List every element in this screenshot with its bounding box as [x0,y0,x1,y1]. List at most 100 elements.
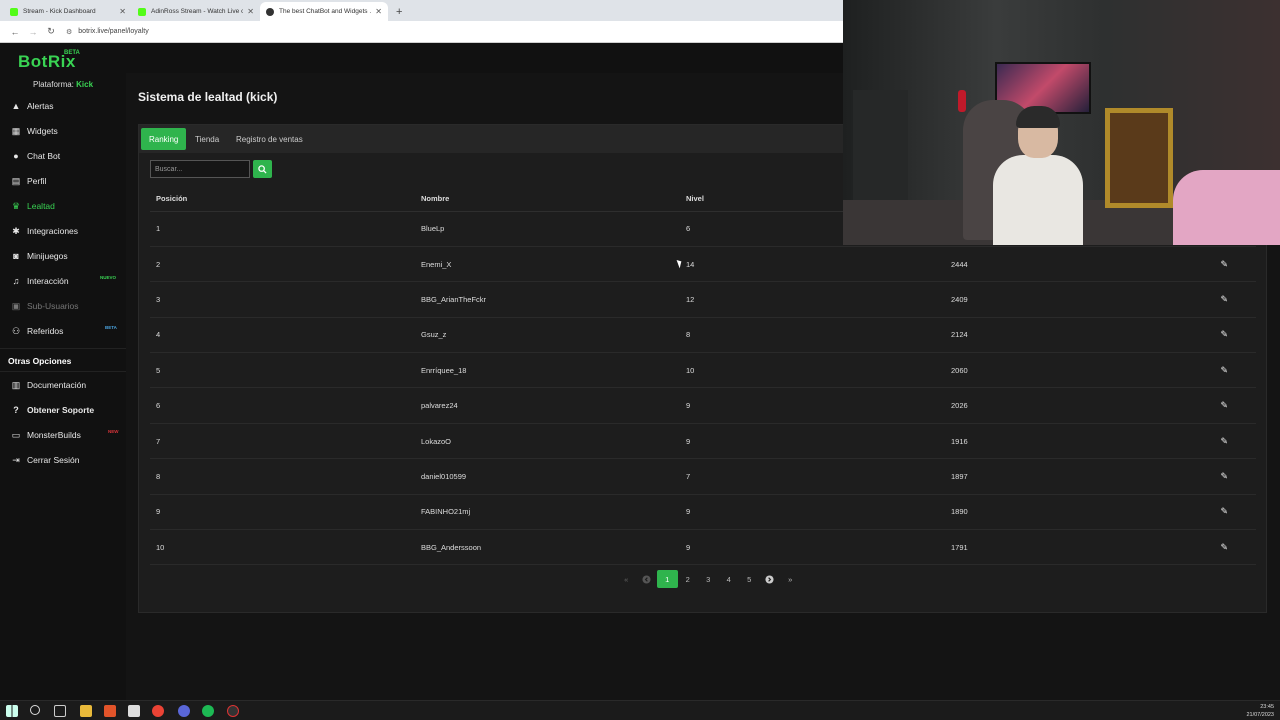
sidebar-item-lealtad[interactable]: ♛ Lealtad [10,199,55,213]
table-row: 4 Gsuz_z 8 2124 ✎ [150,317,1256,354]
close-icon[interactable]: ✕ [119,7,126,16]
page-1-button[interactable]: 1 [657,570,678,588]
sidebar-item-monsterbuilds[interactable]: ▭ MonsterBuilds [10,428,81,442]
sidebar-item-sub-usuarios[interactable]: ▣ Sub-Usuarios [10,299,79,313]
tab-tienda[interactable]: Tienda [187,128,227,150]
sidebar-item-interaccion[interactable]: ♫ Interacción [10,274,69,288]
id-card-icon: ▤ [11,175,21,186]
cell-puntos: 1897 [945,458,1125,495]
brave-browser-icon[interactable] [104,705,116,717]
edit-pencil-icon[interactable]: ✎ [1220,506,1228,517]
forward-icon[interactable]: → [24,27,42,37]
cell-nivel: 10 [680,352,945,389]
cell-nivel: 7 [680,458,945,495]
webcam-pink-chair [1173,170,1280,245]
page-2-button[interactable]: 2 [678,570,699,588]
edit-pencil-icon[interactable]: ✎ [1220,365,1228,376]
search-icon [258,164,267,174]
browser-tab-title: Stream - Kick Dashboard [23,8,96,15]
sidebar-item-referidos[interactable]: ⚇ Referidos [10,324,63,338]
page-4-button[interactable]: 4 [719,570,740,588]
edit-pencil-icon[interactable]: ✎ [1220,259,1228,270]
edit-pencil-icon[interactable]: ✎ [1220,294,1228,305]
reload-icon[interactable]: ↻ [42,26,60,37]
cell-posicion: 5 [150,352,415,389]
users-icon: ⚇ [11,325,21,336]
next-page-button[interactable] [760,570,781,588]
sidebar-item-obtener-soporte[interactable]: ? Obtener Soporte [10,403,94,417]
browser-tab[interactable]: AdinRoss Stream - Watch Live o... ✕ [132,2,260,21]
chrome-icon[interactable] [152,705,164,717]
tab-ranking[interactable]: Ranking [141,128,187,150]
sidebar-item-chat-bot[interactable]: ● Chat Bot [10,149,60,163]
first-page-button[interactable]: « [616,570,637,588]
store-icon[interactable] [128,705,140,717]
site-info-icon[interactable]: ⚙ [66,28,72,36]
column-header-nombre[interactable]: Nombre [415,186,680,212]
cell-nombre: palvarez24 [415,387,680,424]
page-5-button[interactable]: 5 [739,570,760,588]
table-row: 10 BBG_Anderssoon 9 1791 ✎ [150,529,1256,566]
sidebar-item-cerrar-sesion[interactable]: ⇥ Cerrar Sesión [10,453,79,467]
webcam-painting [1105,108,1173,208]
sidebar-item-alertas[interactable]: ▲ Alertas [10,99,54,113]
system-clock[interactable]: 23:45 21/07/2023 [1246,703,1274,719]
new-badge: NEW [108,429,119,434]
music-icon: ♫ [12,276,20,286]
browser-tab[interactable]: Stream - Kick Dashboard ✕ [4,2,132,21]
cell-puntos: 1916 [945,423,1125,460]
cell-nivel: 9 [680,494,945,531]
cell-nivel: 9 [680,387,945,424]
close-icon[interactable]: ✕ [375,7,382,16]
divider [0,348,126,349]
cell-posicion: 3 [150,281,415,318]
chevron-right-icon [765,574,774,584]
prev-page-button[interactable] [637,570,658,588]
browser-tab-active[interactable]: The best ChatBot and Widgets ... ✕ [260,2,388,21]
column-header-posicion[interactable]: Posición [150,186,415,212]
search-button[interactable] [253,160,272,178]
sidebar-item-minijuegos[interactable]: ◙ Minijuegos [10,249,67,263]
kick-favicon-icon [10,7,18,16]
other-options-title: Otras Opciones [8,356,72,366]
task-view-icon[interactable] [54,705,66,717]
clock-date: 21/07/2023 [1246,712,1274,718]
cell-puntos: 2026 [945,387,1125,424]
chevron-left-icon [642,574,651,584]
cell-nivel: 9 [680,423,945,460]
clock-time: 23:45 [1260,704,1274,710]
back-icon[interactable]: ← [6,27,24,37]
spotify-icon[interactable] [202,705,214,717]
discord-icon[interactable] [178,705,190,717]
edit-pencil-icon[interactable]: ✎ [1220,436,1228,447]
search-input[interactable] [150,160,250,178]
cell-actions: ✎ [1125,529,1256,566]
edit-pencil-icon[interactable]: ✎ [1220,329,1228,340]
logout-icon: ⇥ [12,454,20,465]
tab-registro-de-ventas[interactable]: Registro de ventas [228,128,311,150]
edit-pencil-icon[interactable]: ✎ [1220,542,1228,553]
windows-start-icon[interactable] [6,705,18,717]
divider [0,371,126,372]
page-3-button[interactable]: 3 [698,570,719,588]
platform-value: Kick [76,80,94,89]
sidebar-item-documentacion[interactable]: ▥ Documentación [10,378,86,392]
new-tab-button[interactable]: + [388,6,410,21]
obs-icon[interactable] [227,705,239,717]
book-icon: ▥ [11,379,21,390]
search-icon[interactable] [30,705,40,715]
sidebar-item-integraciones[interactable]: ✱ Integraciones [10,224,78,238]
webcam-lamp [958,90,966,112]
close-icon[interactable]: ✕ [247,7,254,16]
lock-icon: ▣ [11,300,21,311]
file-explorer-icon[interactable] [80,705,92,717]
sidebar-item-widgets[interactable]: ▦ Widgets [10,124,58,138]
gamepad-icon: ◙ [13,251,19,261]
browser-tab-title: AdinRoss Stream - Watch Live o... [151,8,244,15]
last-page-button[interactable]: » [780,570,801,588]
warning-icon: ▲ [11,101,21,111]
edit-pencil-icon[interactable]: ✎ [1220,400,1228,411]
edit-pencil-icon[interactable]: ✎ [1220,471,1228,482]
sidebar-item-perfil[interactable]: ▤ Perfil [10,174,47,188]
url-text[interactable]: botrix.live/panel/loyalty [78,28,148,35]
